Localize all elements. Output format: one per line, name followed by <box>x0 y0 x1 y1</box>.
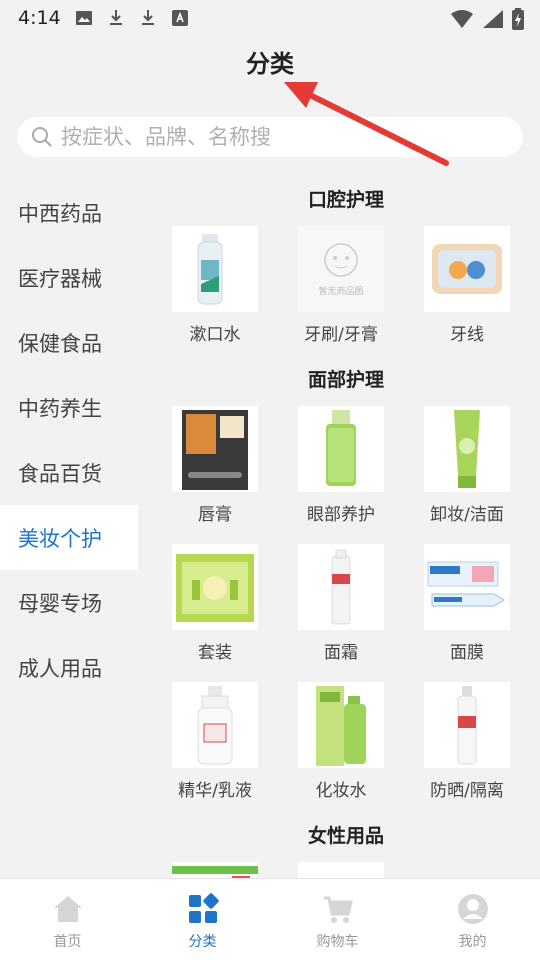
cart-icon <box>323 896 353 923</box>
notification-icons <box>75 9 189 27</box>
product-image <box>298 544 384 630</box>
nav-category[interactable]: 分类 <box>135 879 270 960</box>
subcategory-item[interactable]: 精华/乳液 <box>152 678 278 816</box>
wifi-icon <box>451 10 473 28</box>
search-bar[interactable] <box>17 117 523 157</box>
subcategory-panel: 口腔护理 漱口水 暂无商品图 牙刷/牙膏 牙线 面部护理 唇膏 眼部养护 卸妆/… <box>152 180 540 878</box>
signal-icon <box>483 10 503 28</box>
sidebar-item-health-food[interactable]: 保健食品 <box>0 310 138 375</box>
product-image <box>298 682 384 768</box>
sidebar-item-beauty[interactable]: 美妆个护 <box>0 505 138 570</box>
section-title: 女性用品 <box>307 825 384 847</box>
profile-icon <box>457 894 488 924</box>
bottom-navigation: 首页 分类 购物车 我的 <box>0 878 540 960</box>
sidebar-item-western-medicine[interactable]: 中西药品 <box>0 180 138 245</box>
subcategory-item[interactable]: 防晒/隔离 <box>404 678 530 816</box>
subcategory-item[interactable]: 唇膏 <box>152 402 278 540</box>
product-image <box>172 544 258 630</box>
system-icons <box>450 8 524 30</box>
section-title: 口腔护理 <box>307 189 384 211</box>
subcategory-item[interactable] <box>152 858 278 878</box>
status-bar: 4:14 <box>0 0 540 36</box>
subcategory-item[interactable]: 面膜 <box>404 540 530 678</box>
subcategory-item[interactable]: 套装 <box>152 540 278 678</box>
subcategory-item[interactable]: 面霜 <box>278 540 404 678</box>
category-sidebar: 中西药品 医疗器械 保健食品 中药养生 食品百货 美妆个护 母婴专场 成人用品 <box>0 180 138 700</box>
subcategory-item[interactable]: 卸妆/洁面 <box>404 402 530 540</box>
product-image <box>424 226 510 312</box>
search-input[interactable] <box>61 125 501 149</box>
sidebar-item-groceries[interactable]: 食品百货 <box>0 440 138 505</box>
product-image <box>424 406 510 492</box>
product-image <box>172 226 258 312</box>
sidebar-item-tcm[interactable]: 中药养生 <box>0 375 138 440</box>
placeholder-image: 暂无商品图 <box>298 226 384 312</box>
subcategory-item[interactable] <box>278 858 404 878</box>
product-image <box>298 406 384 492</box>
page-title: 分类 <box>246 50 294 78</box>
category-icon <box>188 893 219 923</box>
status-time: 4:14 <box>18 7 61 29</box>
subcategory-item[interactable]: 暂无商品图 牙刷/牙膏 <box>278 222 404 360</box>
sidebar-item-adult[interactable]: 成人用品 <box>0 635 138 700</box>
product-image <box>172 682 258 768</box>
nav-home[interactable]: 首页 <box>0 879 135 960</box>
product-image <box>424 544 510 630</box>
search-icon <box>32 127 52 147</box>
product-image <box>424 682 510 768</box>
font-icon <box>171 10 188 26</box>
download-icon <box>109 10 122 25</box>
product-image <box>172 862 258 878</box>
subcategory-item[interactable]: 牙线 <box>404 222 530 360</box>
nav-cart[interactable]: 购物车 <box>270 879 405 960</box>
sidebar-item-mother-baby[interactable]: 母婴专场 <box>0 570 138 635</box>
battery-icon <box>512 8 524 30</box>
product-image <box>298 862 384 878</box>
subcategory-item[interactable]: 眼部养护 <box>278 402 404 540</box>
subcategory-item[interactable]: 化妆水 <box>278 678 404 816</box>
home-icon <box>53 896 82 922</box>
nav-profile[interactable]: 我的 <box>405 879 540 960</box>
section-title: 面部护理 <box>307 369 384 391</box>
product-image <box>172 406 258 492</box>
sidebar-item-medical-devices[interactable]: 医疗器械 <box>0 245 138 310</box>
download-icon <box>141 10 154 25</box>
subcategory-item[interactable]: 漱口水 <box>152 222 278 360</box>
image-icon <box>75 11 92 25</box>
